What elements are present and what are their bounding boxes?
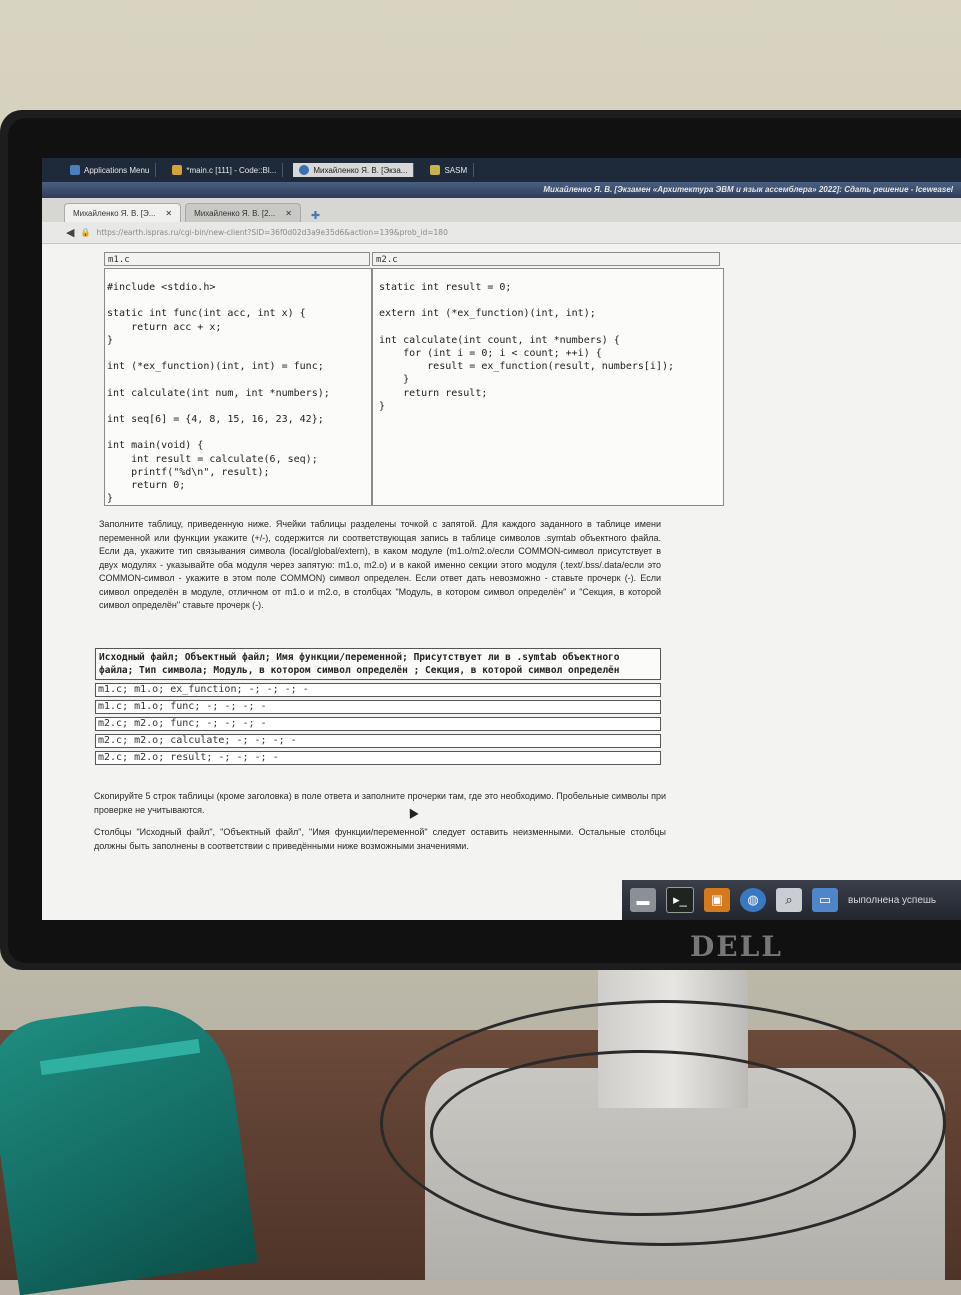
table-row: m1.c; m1.o; func; -; -; -; - xyxy=(95,700,661,714)
instructions-text: Заполните таблицу, приведенную ниже. Яче… xyxy=(99,519,661,610)
sasm-icon xyxy=(430,165,441,175)
archive-icon[interactable]: ▣ xyxy=(704,888,730,912)
copy-note: Скопируйте 5 строк таблицы (кроме заголо… xyxy=(94,791,666,815)
file-header-m1: m1.c xyxy=(104,252,370,266)
code-block-m2: static int result = 0; extern int (*ex_f… xyxy=(372,268,724,506)
url-text[interactable]: https://earth.ispras.ru/cgi-bin/new-clie… xyxy=(96,228,447,237)
table-row: m2.c; m2.o; func; -; -; -; - xyxy=(95,717,661,731)
search-icon[interactable]: ⌕ xyxy=(776,888,802,912)
tab-bar: Михайленко Я. В. [Э... ✕ Михайленко Я. В… xyxy=(42,198,961,222)
close-icon[interactable]: ✕ xyxy=(285,209,292,218)
browser-icon xyxy=(299,165,310,175)
window-title: Михайленко Я. В. [Экзамен «Архитектура Э… xyxy=(42,182,961,198)
file-header-m2: m2.c xyxy=(372,252,720,266)
monitor-logo: DELL xyxy=(690,930,783,963)
top-panel: Applications Menu *main.c [111] - Code::… xyxy=(42,158,961,182)
codeblocks-icon xyxy=(172,165,183,175)
table-header: Исходный файл; Объектный файл; Имя функц… xyxy=(95,648,661,680)
lock-icon: 🔒 xyxy=(80,228,91,237)
panel-item-label: Applications Menu xyxy=(84,165,150,175)
panel-item-applications-menu[interactable]: Applications Menu xyxy=(64,163,157,177)
back-icon[interactable]: ◀ xyxy=(66,226,74,239)
panel-item-browser[interactable]: Михайленко Я. В. [Экза... xyxy=(293,163,415,177)
panel-item-label: Михайленко Я. В. [Экза... xyxy=(313,165,408,175)
page-content: m1.c m2.c #include <stdio.h> static int … xyxy=(94,246,734,882)
status-text: выполнена успешь xyxy=(848,894,937,906)
bottom-panel: ▬ ▸_ ▣ ◍ ⌕ ▭ выполнена успешь xyxy=(622,880,961,920)
screen: Applications Menu *main.c [111] - Code::… xyxy=(42,158,961,920)
tab-browser-1[interactable]: Михайленко Я. В. [Э... ✕ xyxy=(64,203,182,222)
tab-label: Михайленко Я. В. [2... xyxy=(194,208,276,218)
close-icon[interactable]: ✕ xyxy=(165,209,172,218)
tab-browser-2[interactable]: Михайленко Я. В. [2... ✕ xyxy=(185,203,301,222)
table-row: m1.c; m1.o; ex_function; -; -; -; - xyxy=(95,683,661,697)
url-bar[interactable]: ◀ 🔒 https://earth.ispras.ru/cgi-bin/new-… xyxy=(42,222,961,244)
panel-item-label: *main.c [111] - Code::Bl... xyxy=(186,165,277,175)
panel-item-codeblocks[interactable]: *main.c [111] - Code::Bl... xyxy=(166,163,284,177)
code-m1: #include <stdio.h> static int func(int a… xyxy=(107,282,330,505)
new-tab-icon[interactable]: ✚ xyxy=(305,209,326,222)
code-block-m1: #include <stdio.h> static int func(int a… xyxy=(104,268,372,506)
cable xyxy=(380,1000,946,1246)
globe-icon[interactable]: ◍ xyxy=(740,888,766,912)
table-row: m2.c; m2.o; result; -; -; -; - xyxy=(95,751,661,765)
panel-item-sasm[interactable]: SASM xyxy=(424,163,475,177)
tab-label: Михайленко Я. В. [Э... xyxy=(73,208,156,218)
code-m2: static int result = 0; extern int (*ex_f… xyxy=(379,282,675,412)
app-menu-icon xyxy=(70,165,80,175)
terminal-icon[interactable]: ▸_ xyxy=(666,887,694,913)
table-row: m2.c; m2.o; calculate; -; -; -; - xyxy=(95,734,661,748)
folder-icon[interactable]: ▭ xyxy=(812,888,838,912)
columns-note: Столбцы "Исходный файл", "Объектный файл… xyxy=(94,827,666,851)
drive-icon[interactable]: ▬ xyxy=(630,888,656,912)
answer-table: Исходный файл; Объектный файл; Имя функц… xyxy=(95,648,661,765)
panel-item-label: SASM xyxy=(444,165,468,175)
